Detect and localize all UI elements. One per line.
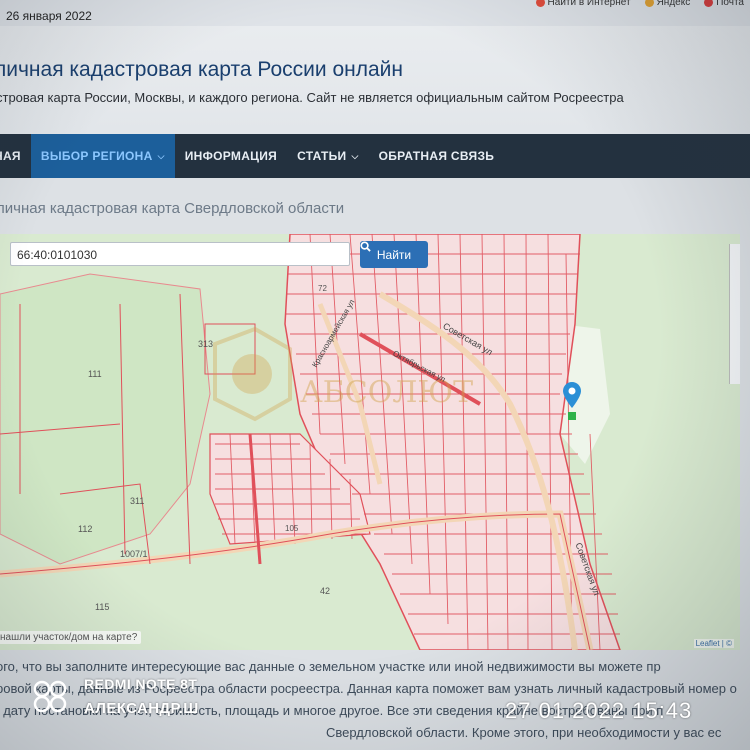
- site-title[interactable]: личная кадастровая карта России онлайн: [0, 58, 403, 82]
- parcel-label: 313: [198, 339, 214, 349]
- top-link-yandex[interactable]: Яндекс: [644, 0, 690, 8]
- top-link-search[interactable]: Найти в Интернет: [535, 0, 631, 8]
- map-attribution[interactable]: Leaflet | ©: [693, 639, 734, 648]
- map-layer-control[interactable]: [729, 244, 740, 384]
- search-icon: [360, 241, 371, 252]
- main-content: личная кадастровая карта Свердловской об…: [0, 178, 750, 750]
- parcel-label: 42: [320, 586, 331, 596]
- watermark-text: АБСОЛЮТ: [300, 375, 473, 410]
- timestamp-watermark: 27 01 2022 15:43: [505, 698, 693, 723]
- find-button[interactable]: Найти: [360, 241, 428, 268]
- parcel-label: 111: [88, 369, 102, 379]
- parcel-label: 112: [78, 524, 93, 534]
- nav-region-select[interactable]: ВЫБОР РЕГИОНА ⌵: [30, 134, 175, 178]
- mail-icon: [704, 0, 714, 7]
- map-hint-link[interactable]: нашли участок/дом на карте?: [0, 631, 142, 644]
- site-subtitle: стровая карта России, Москвы, и каждого …: [0, 90, 624, 105]
- cadastral-map[interactable]: АБСОЛЮТ 111 313 311 112 1007/1 115 42 72…: [0, 234, 740, 650]
- find-button-label: Найти: [376, 247, 412, 262]
- main-navbar: НАЯ ВЫБОР РЕГИОНА⌵ ИНФОРМАЦИЯ СТАТЬИ⌵ ОБ…: [0, 134, 750, 178]
- camera-watermark-icon: [33, 680, 67, 713]
- parcel-label: 1007/1: [120, 549, 148, 559]
- page-title: личная кадастровая карта Свердловской об…: [0, 200, 345, 217]
- site-header: личная кадастровая карта России онлайн с…: [0, 26, 750, 134]
- description-line: ого, что вы заполните интересующие вас д…: [0, 659, 661, 674]
- top-link-mail[interactable]: Почта: [704, 0, 744, 8]
- parcel-label: 311: [130, 496, 145, 506]
- parcel-label: 72: [318, 284, 327, 293]
- nav-feedback[interactable]: ОБРАТНАЯ СВЯЗЬ: [369, 134, 505, 178]
- chevron-down-icon: ⌵: [157, 150, 165, 161]
- yandex-icon: [644, 0, 654, 7]
- parcel-label: 115: [95, 602, 110, 612]
- search-service-icon: [535, 0, 545, 7]
- browser-top-strip: 26 января 2022 Найти в Интернет Яндекс П…: [0, 0, 750, 26]
- chevron-down-icon: ⌵: [351, 150, 359, 161]
- date-label: 26 января 2022: [6, 9, 92, 23]
- device-watermark: REDMI NOTE 8T: [84, 676, 198, 692]
- cadastral-search-input[interactable]: 66:40:0101030: [10, 242, 350, 266]
- map-tiles[interactable]: АБСОЛЮТ: [0, 234, 740, 650]
- description-line: Свердловской области. Кроме этого, при н…: [326, 725, 722, 740]
- nav-articles[interactable]: СТАТЬИ ⌵: [287, 134, 369, 178]
- nav-home[interactable]: НАЯ: [0, 134, 31, 178]
- top-links: Найти в Интернет Яндекс Почта: [535, 0, 744, 8]
- owner-watermark: АЛЕКСАНДР.Ш: [84, 700, 199, 717]
- parcel-label: 105: [285, 524, 299, 533]
- nav-information[interactable]: ИНФОРМАЦИЯ: [175, 134, 287, 178]
